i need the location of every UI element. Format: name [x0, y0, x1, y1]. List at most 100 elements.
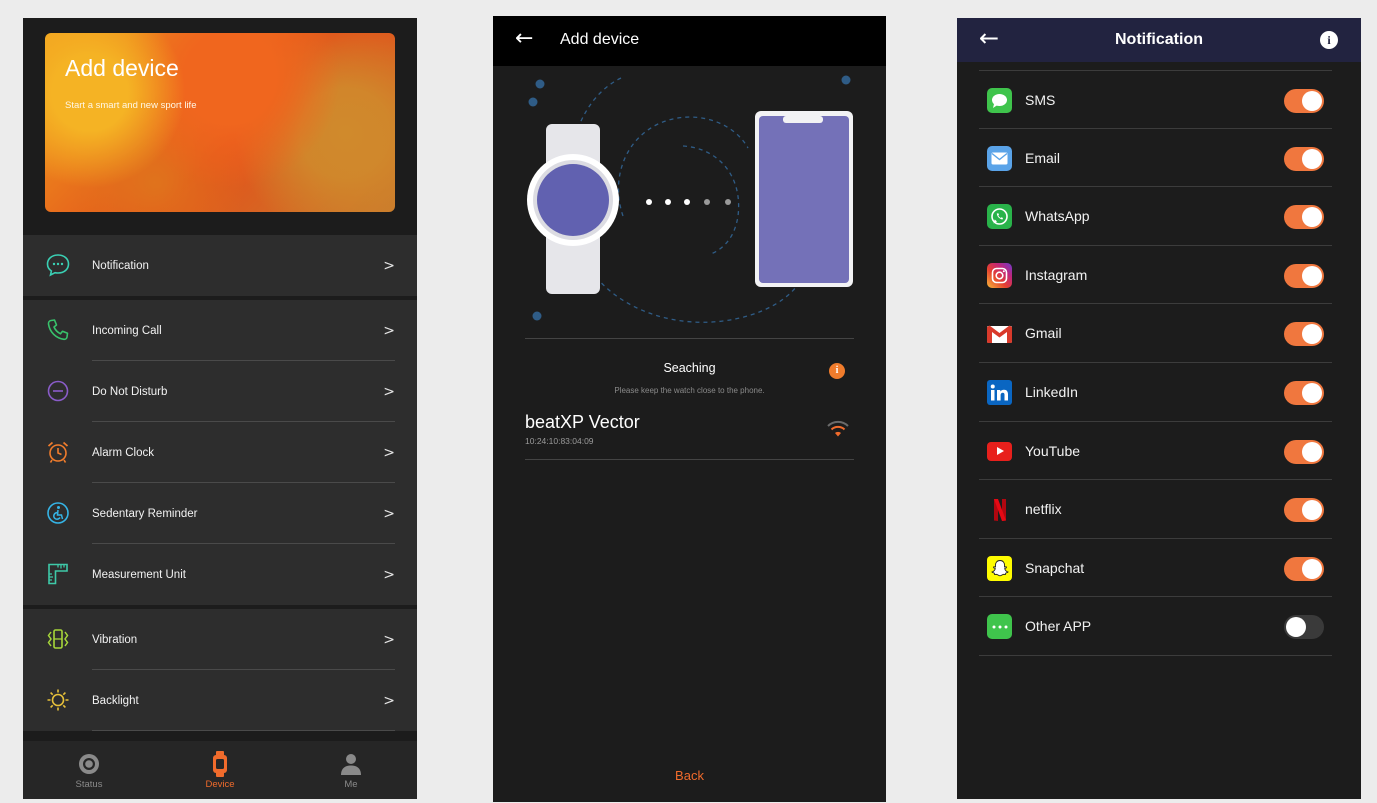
app-row-whatsapp: WhatsApp [979, 187, 1332, 246]
menu-label: Measurement Unit [92, 568, 186, 581]
notification-toggle[interactable] [1284, 263, 1324, 288]
do-not-disturb-icon [45, 378, 71, 404]
back-arrow-icon[interactable]: ← [515, 26, 533, 51]
divider [525, 459, 854, 460]
menu-item-vibration[interactable]: Vibration > [23, 609, 417, 670]
app-row-email: Email [979, 129, 1332, 188]
menu-item-do-not-disturb[interactable]: Do Not Disturb > [23, 361, 417, 422]
alarm-clock-icon [45, 439, 71, 465]
app-name: Instagram [1025, 266, 1088, 283]
signal-strength-icon [827, 420, 849, 437]
app-name: YouTube [1025, 442, 1081, 459]
tab-device[interactable]: Device [180, 751, 260, 790]
other-app-icon [987, 614, 1012, 640]
menu-label: Alarm Clock [92, 446, 154, 459]
notification-toggle[interactable] [1284, 146, 1324, 171]
divider [525, 338, 854, 339]
instagram-icon [987, 262, 1012, 288]
menu-item-notification[interactable]: Notification > [23, 235, 417, 296]
bottom-tab-bar: Status Device Me [23, 741, 417, 799]
add-device-screen: ← Add device Seaching i Please keep the … [493, 16, 886, 802]
chat-bubble-icon [45, 252, 71, 278]
notification-toggle[interactable] [1284, 498, 1324, 523]
decor-dot [532, 311, 542, 321]
menu-group: Incoming Call > Do Not Disturb > Alarm C… [23, 300, 417, 605]
app-name: Email [1025, 149, 1061, 166]
notification-toggle[interactable] [1284, 615, 1324, 640]
search-hint: Please keep the watch close to the phone… [614, 386, 765, 395]
banner-subtitle: Start a smart and new sport life [65, 100, 197, 111]
app-name: Snapchat [1025, 559, 1085, 576]
snapchat-icon [987, 555, 1012, 581]
notification-toggle[interactable] [1284, 439, 1324, 464]
app-row-youtube: YouTube [979, 422, 1332, 481]
menu-label: Vibration [92, 633, 138, 646]
chevron-right-icon: > [383, 257, 395, 274]
youtube-icon [987, 441, 1012, 461]
banner-title: Add device [65, 55, 179, 81]
app-notification-list: SMS Email WhatsApp Instagram Gmail Linke… [979, 70, 1332, 656]
info-icon[interactable]: i [829, 363, 845, 379]
app-name: SMS [1025, 92, 1056, 108]
device-menu: Notification > Incoming Call > Do Not Di… [23, 235, 417, 735]
menu-item-incoming-call[interactable]: Incoming Call > [23, 300, 417, 361]
decor-dot [841, 75, 851, 85]
phone-illustration [755, 111, 853, 287]
pairing-illustration [527, 75, 853, 323]
decor-dot [528, 97, 538, 107]
gmail-icon [987, 321, 1012, 346]
whatsapp-icon [987, 204, 1012, 230]
app-row-sms: SMS [979, 70, 1332, 129]
device-name: beatXP Vector [525, 412, 640, 432]
tab-label: Status [75, 779, 103, 790]
chevron-right-icon: > [383, 383, 395, 400]
notification-toggle[interactable] [1284, 89, 1324, 113]
menu-label: Sedentary Reminder [92, 507, 198, 520]
notification-toggle[interactable] [1284, 205, 1324, 230]
menu-item-sedentary-reminder[interactable]: Sedentary Reminder > [23, 483, 417, 544]
person-icon [311, 751, 391, 777]
divider [92, 730, 395, 731]
notification-toggle[interactable] [1284, 556, 1324, 581]
back-button[interactable]: Back [493, 768, 886, 783]
menu-group: Vibration > Backlight > [23, 609, 417, 731]
notification-screen: ← Notification i SMS Email WhatsApp Inst… [957, 18, 1361, 799]
sms-icon [987, 88, 1012, 113]
notification-toggle[interactable] [1284, 322, 1324, 347]
tab-label: Me [344, 779, 358, 790]
tab-label: Device [205, 779, 235, 790]
decor-dot [535, 79, 545, 89]
app-name: Gmail [1025, 325, 1062, 342]
menu-label: Notification [92, 259, 149, 272]
watch-icon [180, 751, 260, 777]
phone-icon [45, 317, 71, 343]
sedentary-icon [45, 500, 71, 526]
chevron-right-icon: > [383, 631, 395, 648]
tab-status[interactable]: Status [49, 751, 129, 790]
vibration-icon [45, 626, 71, 652]
menu-label: Do Not Disturb [92, 385, 168, 398]
app-name: LinkedIn [1025, 383, 1078, 400]
menu-group: Notification > [23, 235, 417, 296]
app-row-instagram: Instagram [979, 246, 1332, 305]
search-status-title: Seaching [663, 361, 716, 375]
status-icon [49, 751, 129, 777]
menu-item-alarm-clock[interactable]: Alarm Clock > [23, 422, 417, 483]
app-row-other-app: Other APP [979, 597, 1332, 656]
chevron-right-icon: > [383, 322, 395, 339]
notification-toggle[interactable] [1284, 380, 1324, 405]
connection-dots [646, 199, 731, 205]
menu-label: Incoming Call [92, 324, 162, 337]
tab-me[interactable]: Me [311, 751, 391, 790]
menu-item-backlight[interactable]: Backlight > [23, 670, 417, 731]
netflix-icon [987, 497, 1012, 522]
app-row-gmail: Gmail [979, 304, 1332, 363]
menu-label: Backlight [92, 694, 139, 707]
add-device-banner[interactable]: Add device Start a smart and new sport l… [45, 33, 395, 212]
chevron-right-icon: > [383, 444, 395, 461]
chevron-right-icon: > [383, 566, 395, 583]
page-title: Notification [1115, 31, 1203, 48]
menu-item-measurement-unit[interactable]: Measurement Unit > [23, 544, 417, 605]
info-icon[interactable]: i [1320, 31, 1338, 49]
device-settings-screen: Add device Start a smart and new sport l… [23, 18, 417, 799]
